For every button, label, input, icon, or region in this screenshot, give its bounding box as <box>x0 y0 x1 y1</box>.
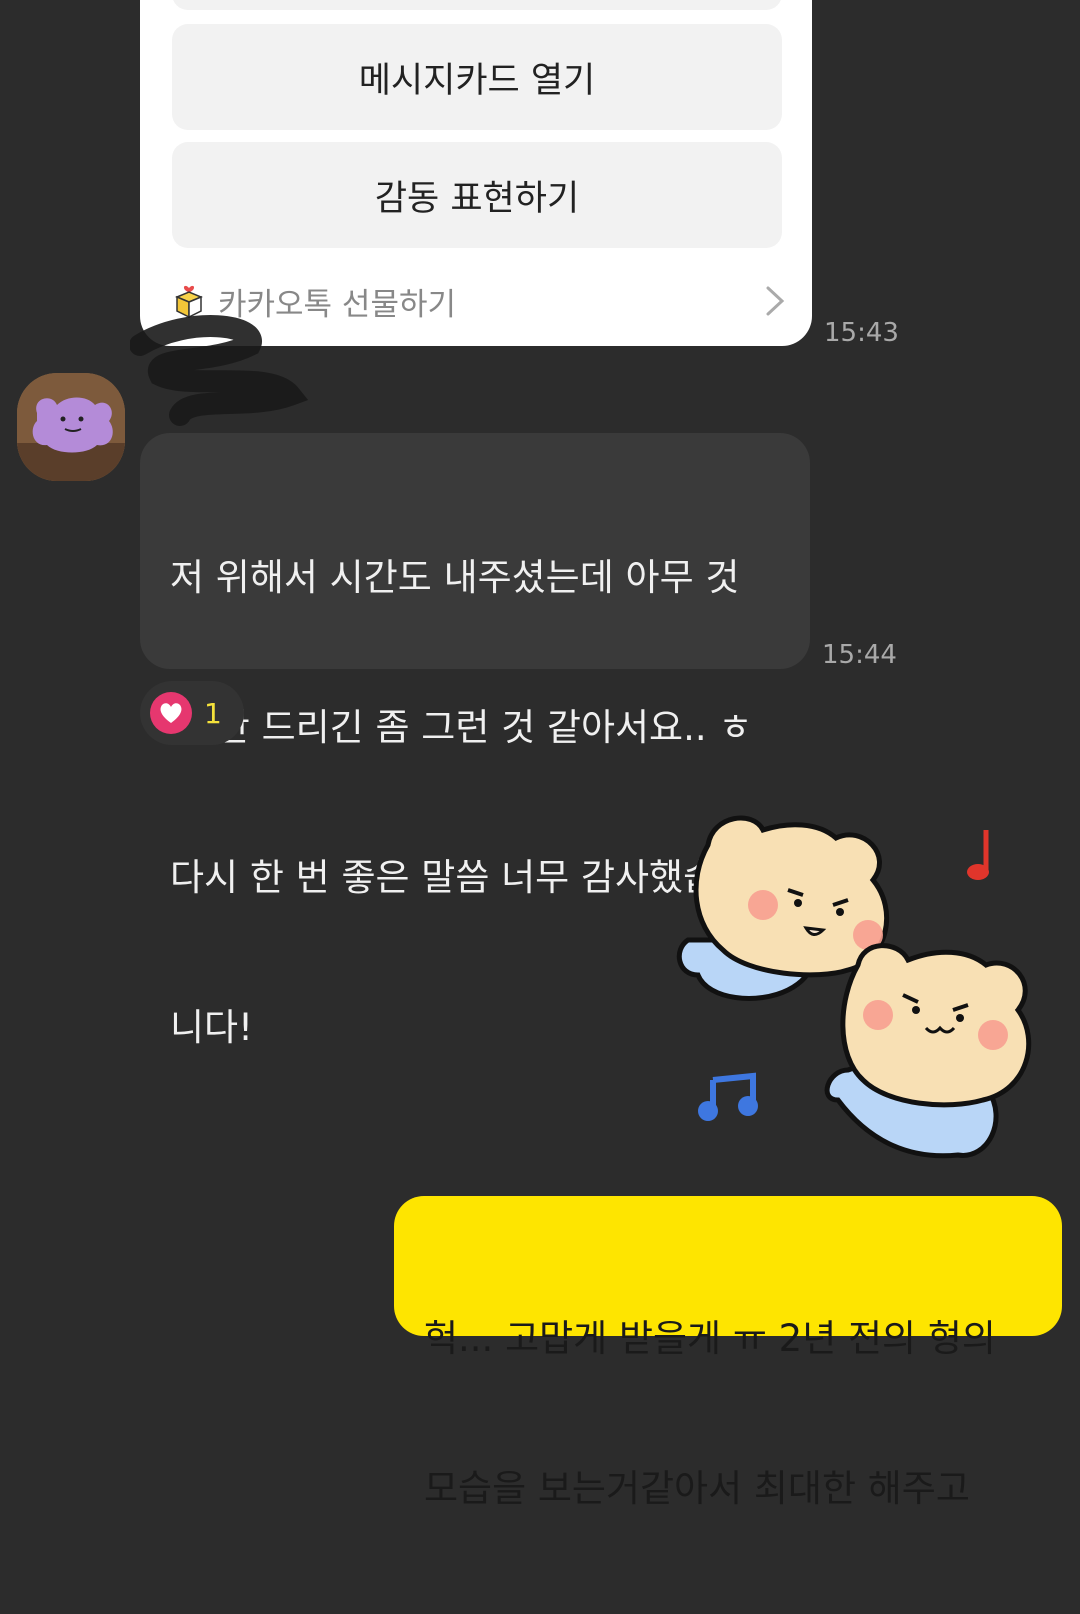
redaction-scribble <box>130 315 309 426</box>
gift-card: 메시지카드 열기 감동 표현하기 카카오톡 선물하기 <box>140 0 812 346</box>
outgoing-message-text: 헉... 고맙게 받을게 ㅠ 2년 전의 형의 모습을 보는거같아서 최대한 해… <box>424 1317 996 1510</box>
reaction-badge[interactable]: 1 <box>140 681 244 745</box>
card-button-partial[interactable] <box>172 0 782 10</box>
gift-box-icon <box>175 285 203 318</box>
bear-sticker[interactable] <box>668 800 1048 1180</box>
double-music-note-icon <box>698 1072 758 1121</box>
sender-avatar[interactable] <box>17 373 125 481</box>
ditto-icon <box>17 373 125 481</box>
heart-icon <box>150 692 192 734</box>
message-time: 15:44 <box>822 640 897 670</box>
open-message-card-button[interactable]: 메시지카드 열기 <box>172 24 782 130</box>
outgoing-message-bubble[interactable]: 헉... 고맙게 받을게 ㅠ 2년 전의 형의 모습을 보는거같아서 최대한 해… <box>394 1196 1062 1510</box>
music-note-icon <box>967 830 989 880</box>
chevron-right-icon <box>766 286 785 316</box>
message-time: 15:43 <box>824 318 899 348</box>
reaction-count: 1 <box>204 696 222 730</box>
express-thanks-button[interactable]: 감동 표현하기 <box>172 142 782 248</box>
incoming-message-bubble[interactable]: 저 위해서 시간도 내주셨는데 아무 것 도 안 드리긴 좀 그런 것 같아서요… <box>140 433 810 1049</box>
